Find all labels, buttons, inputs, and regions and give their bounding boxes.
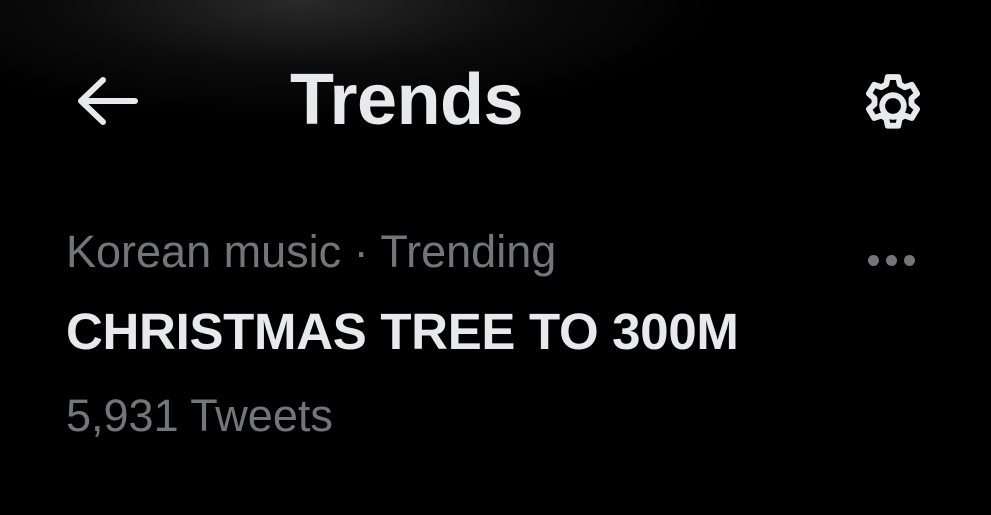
more-horizontal-icon-dot [885, 254, 897, 266]
trend-context: Korean music · Trending [66, 226, 556, 278]
more-horizontal-icon [867, 254, 879, 266]
back-button[interactable] [68, 68, 144, 134]
more-horizontal-icon-dot [903, 254, 915, 266]
trend-name: CHRISTMAS TREE TO 300M [66, 303, 739, 360]
gear-icon [866, 74, 920, 129]
trend-status: Trending [380, 226, 557, 277]
page-title: Trends [290, 60, 524, 140]
header: Trends [0, 0, 991, 200]
settings-button[interactable] [850, 63, 936, 149]
more-options-button[interactable] [852, 238, 930, 282]
trend-item[interactable]: Korean music · Trending CHRISTMAS TREE T… [0, 210, 991, 460]
trend-category: Korean music [66, 226, 342, 277]
tweet-count: 5,931 Tweets [66, 390, 333, 441]
arrow-left-icon [78, 77, 138, 125]
trends-screen: Trends Korean music · Trending CHRISTMAS… [0, 0, 991, 515]
context-separator: · [341, 226, 381, 277]
